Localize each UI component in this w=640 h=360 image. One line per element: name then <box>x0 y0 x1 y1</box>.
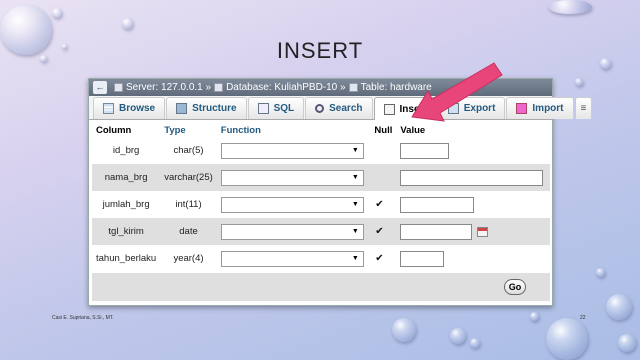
breadcrumb-database[interactable]: Database: KuliahPBD-10 » <box>226 79 346 96</box>
insert-icon <box>383 103 395 115</box>
column-name: nama_brg <box>92 164 161 191</box>
table-icon <box>348 83 358 92</box>
value-input[interactable] <box>400 196 475 213</box>
tab-more[interactable]: ≡ <box>574 97 593 119</box>
structure-icon <box>176 103 188 114</box>
function-select[interactable]: ▼ <box>220 169 364 186</box>
dropdown-arrow-icon: ▼ <box>351 173 359 181</box>
tab-browse[interactable]: Browse <box>93 97 166 119</box>
sql-icon <box>257 103 269 114</box>
column-name: id_brg <box>92 137 161 164</box>
column-name: tgl_kirim <box>92 218 161 245</box>
table-row: tgl_kirim date ▼ ✔ <box>92 218 550 245</box>
value-input[interactable] <box>400 142 450 159</box>
function-select[interactable]: ▼ <box>220 223 364 240</box>
column-type: year(4) <box>160 245 217 272</box>
column-name: jumlah_brg <box>92 191 161 218</box>
tab-import[interactable]: Import <box>506 97 574 119</box>
dropdown-arrow-icon: ▼ <box>351 200 359 208</box>
value-input[interactable] <box>400 223 473 240</box>
server-icon <box>114 83 123 92</box>
column-type: varchar(25) <box>160 164 217 191</box>
column-type: int(11) <box>160 191 217 218</box>
tab-label: Import <box>532 103 564 114</box>
header-null: Null <box>374 125 393 136</box>
table-row: jumlah_brg int(11) ▼ ✔ <box>92 191 550 218</box>
null-checkbox[interactable]: ✔ <box>374 226 384 237</box>
import-icon <box>516 103 528 114</box>
pointer-arrow-icon <box>411 62 503 122</box>
back-arrow-icon[interactable]: ← <box>93 81 107 94</box>
value-input[interactable] <box>400 169 544 186</box>
null-checkbox[interactable]: ✔ <box>374 199 384 210</box>
dropdown-arrow-icon: ▼ <box>351 227 359 235</box>
function-select[interactable]: ▼ <box>220 250 364 267</box>
database-icon <box>214 83 224 92</box>
function-select[interactable]: ▼ <box>220 142 364 159</box>
author-credit: Casi E. Supriana, S.Si., MT. <box>52 315 114 321</box>
header-type[interactable]: Type <box>160 124 217 137</box>
more-icon: ≡ <box>580 103 587 114</box>
page-number: 22 <box>580 315 586 321</box>
water-drop <box>575 78 583 86</box>
table-row: nama_brg varchar(25) ▼ <box>92 164 550 191</box>
water-drop <box>530 312 539 321</box>
column-type: char(5) <box>160 137 217 164</box>
column-type: date <box>160 218 217 245</box>
water-drop <box>470 338 480 348</box>
go-button[interactable]: Go <box>504 279 526 295</box>
tab-sql[interactable]: SQL <box>247 97 305 119</box>
header-function[interactable]: Function <box>217 124 371 137</box>
table-row: id_brg char(5) ▼ <box>92 137 550 164</box>
header-value: Value <box>400 125 426 136</box>
water-drop <box>52 8 62 18</box>
tab-label: Browse <box>119 103 156 114</box>
insert-form-table: Column Type Function Null Value id_brg c… <box>92 124 550 272</box>
slide-title: INSERT <box>276 38 364 63</box>
value-input[interactable] <box>400 250 445 267</box>
water-drop <box>606 294 632 320</box>
table-row: tahun_berlaku year(4) ▼ ✔ <box>92 245 550 272</box>
water-drop <box>122 18 133 29</box>
dropdown-arrow-icon: ▼ <box>351 254 359 262</box>
water-drop <box>392 318 416 342</box>
water-drop <box>548 0 592 14</box>
water-drop <box>618 334 636 352</box>
form-footer: Go <box>92 273 550 301</box>
dropdown-arrow-icon: ▼ <box>351 146 359 154</box>
column-name: tahun_berlaku <box>92 245 161 272</box>
breadcrumb-server[interactable]: Server: 127.0.0.1 » <box>126 79 211 96</box>
browse-icon <box>103 103 114 114</box>
function-select[interactable]: ▼ <box>220 196 364 213</box>
water-drop <box>450 328 466 344</box>
tab-label: Structure <box>192 103 237 114</box>
calendar-icon[interactable] <box>477 226 489 237</box>
tab-label: Search <box>329 103 363 114</box>
null-checkbox[interactable]: ✔ <box>374 253 384 264</box>
tab-search[interactable]: Search <box>305 97 373 119</box>
tab-label: SQL <box>273 103 295 114</box>
search-icon <box>315 104 325 113</box>
water-drop <box>546 318 588 360</box>
water-drop <box>596 268 605 277</box>
header-column: Column <box>96 125 132 136</box>
tab-structure[interactable]: Structure <box>166 97 247 119</box>
